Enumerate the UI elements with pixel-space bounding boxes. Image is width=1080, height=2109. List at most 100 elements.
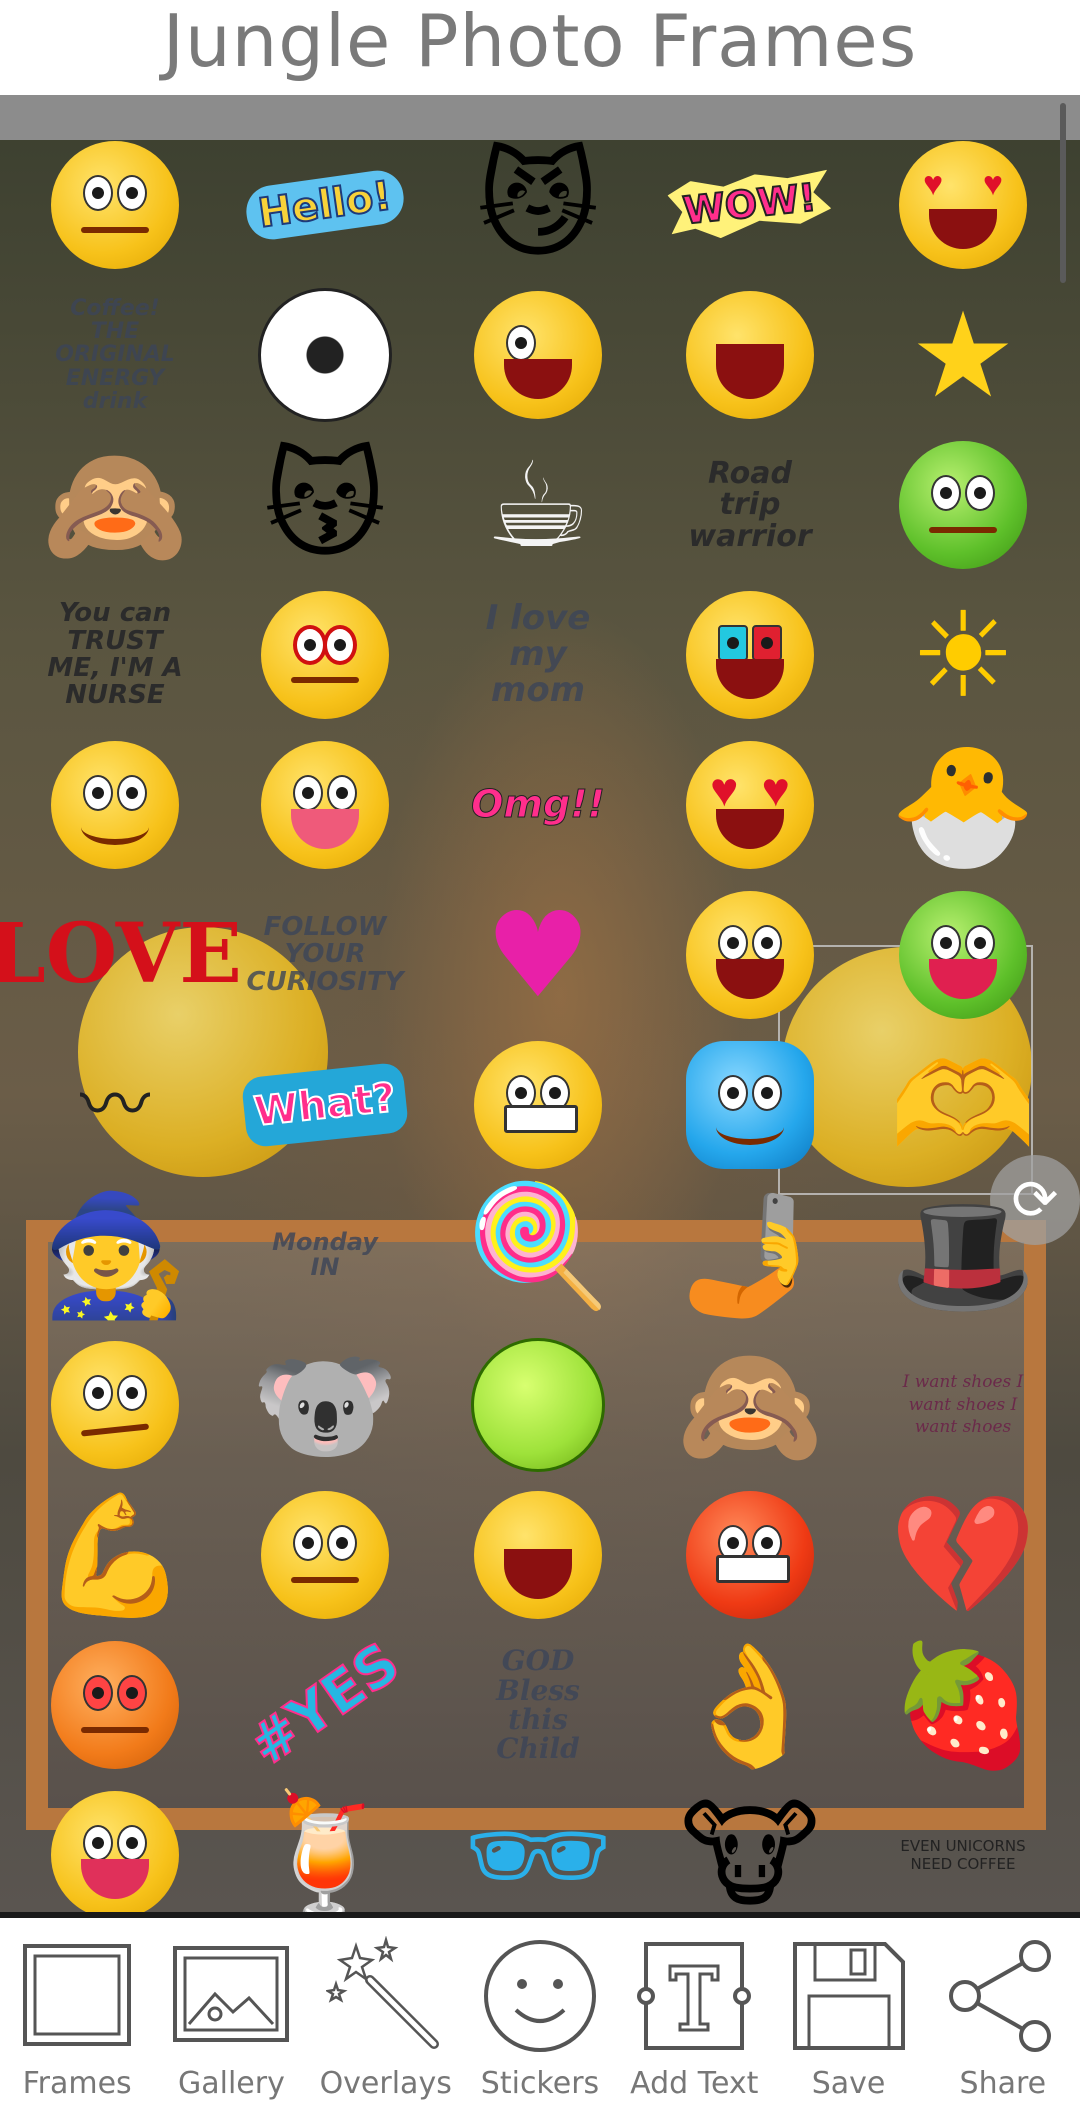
cow-sticker[interactable]: 🐮 [680, 1785, 820, 1912]
mustache-sticker[interactable]: 〰 [45, 1035, 185, 1175]
yes-hashtag-sticker[interactable]: #YES [237, 1629, 412, 1779]
split-face-sticker[interactable] [255, 1485, 395, 1625]
grimacing-face-sticker[interactable] [468, 1035, 608, 1175]
unicorn-text: EVEN UNICORNS NEED COFFEE [900, 1837, 1026, 1873]
soccer-ball-sticker[interactable] [255, 285, 395, 425]
soccer-ball-icon [258, 288, 392, 422]
blue-sunglasses-sticker[interactable]: 🕶 [463, 1785, 613, 1912]
strawberry-icon: 🍓 [889, 1636, 1037, 1774]
heart-eyes-laughing-sticker[interactable]: ♥ ♥ [680, 735, 820, 875]
frames-button[interactable]: Frames [2, 1918, 152, 2108]
share-button[interactable]: Share [928, 1918, 1078, 2108]
kissing-cat-sticker[interactable]: 😽 [255, 435, 395, 575]
koala-sticker[interactable]: 🐨 [252, 1335, 399, 1475]
monkey-icon: 🙈 [41, 436, 189, 574]
coffee-text: Coffee! THE ORIGINAL ENERGY drink [55, 296, 175, 414]
green-tongue-face-sticker[interactable] [893, 885, 1033, 1025]
coffee-energy-sticker[interactable]: Coffee! THE ORIGINAL ENERGY drink [45, 285, 185, 425]
gnome-sticker[interactable]: 🧙 [42, 1185, 189, 1325]
bottom-toolbar: Frames Gallery Overlays Stickers Add Tex… [0, 1912, 1080, 2109]
lollipop-icon: 🍭 [464, 1176, 612, 1314]
strawberry-sticker[interactable]: 🍓 [890, 1635, 1037, 1775]
worried-face-sticker[interactable] [45, 1335, 185, 1475]
hello-text: Hello! [243, 167, 407, 243]
smiling-face-sticker[interactable] [45, 735, 185, 875]
winged-heart-sticker[interactable]: ♥ [468, 885, 608, 1025]
overlays-button[interactable]: Overlays [311, 1918, 461, 2108]
flexed-bicep-sticker[interactable]: 💪 [42, 1485, 189, 1625]
mom-text: I love my mom [485, 598, 591, 710]
selfie-phone-sticker[interactable]: 🤳 [677, 1185, 824, 1325]
top-hat-icon: 🎩 [889, 1186, 1037, 1324]
cup-icon: ☕ [485, 436, 591, 574]
kissing-cat-icon: 😽 [263, 436, 387, 574]
star-icon: ★ [910, 286, 1016, 424]
love-sticker[interactable]: LOVE [0, 885, 242, 1025]
phone-icon: 🤳 [676, 1186, 824, 1324]
winking-face-sticker[interactable] [468, 285, 608, 425]
lollipop-sticker[interactable]: 🍭 [465, 1175, 612, 1315]
what-sticker[interactable]: What? [240, 1035, 410, 1175]
blue-star-sticker[interactable] [680, 1035, 820, 1175]
wow-text: WOW! [667, 167, 834, 243]
sun-face-sticker[interactable]: ☀ [893, 585, 1033, 725]
cat-sunglasses-icon: 😼 [476, 136, 600, 274]
magic-wand-icon [325, 1936, 439, 2049]
god-bless-child-sticker[interactable]: GOD Bless this Child [468, 1635, 608, 1775]
yes-text: #YES [237, 1629, 412, 1779]
tennis-ball-sticker[interactable] [468, 1335, 608, 1475]
overlays-label: Overlays [319, 2066, 452, 2101]
ok-hand-icon: 👌 [676, 1636, 824, 1774]
save-button[interactable]: Save [774, 1918, 924, 2108]
hello-sticker[interactable]: Hello! [243, 135, 407, 275]
angry-crying-face-sticker[interactable] [680, 885, 820, 1025]
what-text: What? [240, 1061, 410, 1149]
cool-cat-sticker[interactable]: 😼 [468, 135, 608, 275]
title-bar: Jungle Photo Frames [0, 0, 1080, 95]
wow-sticker[interactable]: WOW! [680, 135, 820, 275]
gallery-icon [173, 1946, 290, 2042]
glasses-lady-face-sticker[interactable] [255, 585, 395, 725]
tennis-ball-icon [471, 1338, 605, 1472]
add-text-label: Add Text [630, 2066, 759, 2101]
unicorn-coffee-sticker[interactable]: EVEN UNICORNS NEED COFFEE [893, 1785, 1033, 1912]
mustache-icon: 〰 [80, 1064, 150, 1146]
see-no-evil-monkey-sticker[interactable]: 🙈 [42, 435, 189, 575]
sick-green-face-sticker[interactable] [893, 435, 1033, 575]
tongue-smiley-sticker[interactable] [45, 1785, 185, 1912]
cocktail-sticker[interactable]: 🍹 [252, 1785, 399, 1912]
add-text-button[interactable]: Add Text [619, 1918, 769, 2108]
follow-curiosity-sticker[interactable]: FOLLOW YOUR CURIOSITY [247, 885, 404, 1025]
monday-sticker[interactable]: Monday IN [255, 1185, 395, 1325]
see-no-evil-monkey-2-sticker[interactable]: 🙈 [677, 1335, 824, 1475]
photo-canvas[interactable]: ⟳ Hello! 😼 WOW! ♥ ♥ Coffee! THE ORIGINAL … [0, 95, 1080, 1912]
koala-icon: 🐨 [251, 1336, 399, 1474]
crying-laughing-face-sticker[interactable] [468, 1485, 608, 1625]
sick-orange-face-sticker[interactable] [45, 1635, 185, 1775]
thinking-face-sticker[interactable] [45, 135, 185, 275]
gallery-button[interactable]: Gallery [156, 1918, 306, 2108]
broken-heart-sticker[interactable]: 💔 [890, 1485, 1037, 1625]
nurse-quote-sticker[interactable]: You can TRUST ME, I'M A NURSE [45, 585, 185, 725]
i-want-shoes-sticker[interactable]: I want shoes I want shoes I want shoes [893, 1335, 1033, 1475]
road-trip-warrior-sticker[interactable]: Road trip warrior [680, 435, 820, 575]
ok-hand-sticker[interactable]: 👌 [677, 1635, 824, 1775]
laughing-face-sticker[interactable] [680, 285, 820, 425]
love-mom-sticker[interactable]: I love my mom [468, 585, 608, 725]
top-hat-sticker[interactable]: 🎩 [890, 1185, 1037, 1325]
text-icon [637, 1942, 752, 2050]
3d-glasses-face-sticker[interactable] [680, 585, 820, 725]
heart-eyes-face-sticker[interactable]: ♥ ♥ [893, 135, 1033, 275]
star-character-sticker[interactable]: ★ [893, 285, 1033, 425]
coffee-cup-sticker[interactable]: ☕ [468, 435, 608, 575]
tongue-out-face-sticker[interactable] [255, 735, 395, 875]
heart-hands-sticker[interactable]: 🫶 [890, 1035, 1037, 1175]
frames-label: Frames [22, 2066, 132, 2101]
omg-sticker[interactable]: Omg!! [468, 735, 608, 875]
angry-red-face-sticker[interactable] [680, 1485, 820, 1625]
omg-text: Omg!! [471, 782, 606, 827]
smiley-icon [483, 1940, 596, 2052]
hatching-chick-sticker[interactable]: 🐣 [890, 735, 1037, 875]
stickers-button[interactable]: Stickers [465, 1918, 615, 2108]
save-label: Save [811, 2066, 886, 2101]
